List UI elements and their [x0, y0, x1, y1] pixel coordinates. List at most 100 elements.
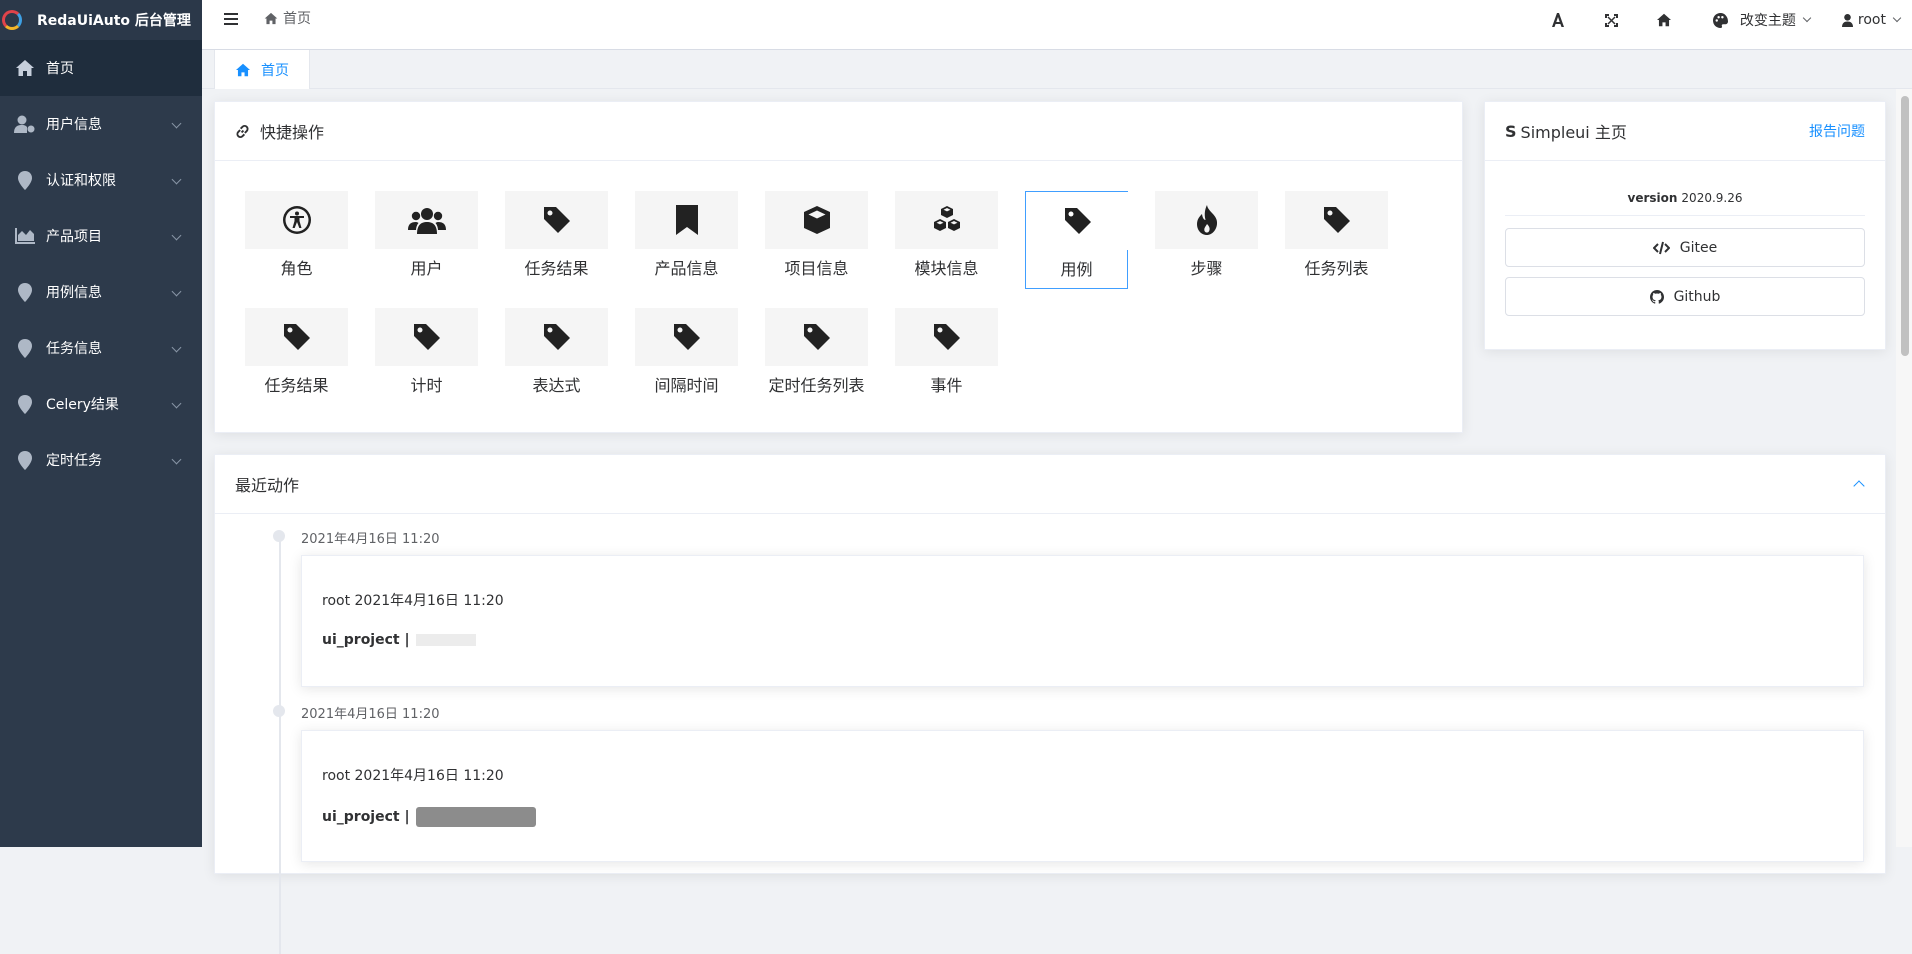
tab-home[interactable]: 首页 — [214, 50, 310, 89]
sidebar-item-celery[interactable]: Celery结果 — [0, 376, 202, 432]
sidebar-item-label: 首页 — [46, 61, 74, 77]
quick-actions-header: 快捷操作 — [215, 102, 1462, 161]
github-icon — [1649, 289, 1664, 304]
simpleui-title: Simpleui 主页 — [1520, 123, 1627, 142]
sidebar-item-periodic[interactable]: 定时任务 — [0, 432, 202, 488]
scrollbar-thumb[interactable] — [1901, 96, 1909, 356]
tag-icon — [933, 324, 960, 350]
timeline-item: 2021年4月16日 11:20 root 2021年4月16日 11:20 u… — [273, 703, 1885, 862]
version-value: 2020.9.26 — [1681, 191, 1743, 205]
quick-item-step[interactable]: 步骤 — [1155, 191, 1258, 289]
tag-icon — [543, 324, 570, 350]
change-theme-button[interactable]: 改变主题 — [1701, 10, 1822, 30]
sidebar-item-user-info[interactable]: 用户信息 — [0, 96, 202, 152]
chevron-down-icon — [1802, 13, 1812, 23]
report-issue-link[interactable]: 报告问题 — [1809, 121, 1865, 141]
logo-icon — [2, 10, 22, 30]
fire-icon — [1196, 205, 1217, 235]
sidebar-item-label: 用例信息 — [46, 285, 102, 301]
map-marker-icon — [14, 449, 36, 471]
quick-item-expression[interactable]: 表达式 — [505, 308, 608, 406]
timeline-line1: root 2021年4月16日 11:20 — [322, 768, 504, 784]
sidebar-item-cases[interactable]: 用例信息 — [0, 264, 202, 320]
palette-icon — [1712, 12, 1728, 28]
tag-icon — [803, 324, 830, 350]
quick-item-task-result[interactable]: 任务结果 — [505, 191, 608, 289]
sidebar-item-products[interactable]: 产品项目 — [0, 208, 202, 264]
link-icon — [236, 124, 249, 138]
chevron-down-icon — [171, 342, 182, 353]
bookmark-icon — [675, 205, 698, 235]
sidebar-item-label: Celery结果 — [46, 397, 119, 413]
timeline-time: 2021年4月16日 11:20 — [301, 707, 440, 722]
quick-actions-grid: 角色 用户 任务结果 产品信息 项目信息 模块信息 用例 步骤 任务列表 任务结… — [215, 161, 1464, 433]
quick-item-case[interactable]: 用例 — [1025, 191, 1129, 289]
quick-item-event[interactable]: 事件 — [895, 308, 998, 406]
quick-item-module[interactable]: 模块信息 — [895, 191, 998, 289]
github-button[interactable]: Github — [1505, 277, 1865, 316]
users-icon — [407, 208, 446, 234]
code-icon — [1652, 241, 1670, 254]
timeline-card: root 2021年4月16日 11:20 ui_project | — [301, 730, 1864, 862]
tag-icon — [1323, 207, 1350, 233]
sidebar: RedaUiAuto 后台管理 首页 用户信息 认证和权限 产品项目 用例信息 … — [0, 0, 202, 847]
quick-item-periodic-task-list[interactable]: 定时任务列表 — [765, 308, 868, 406]
quick-item-role[interactable]: 角色 — [245, 191, 348, 289]
user-cog-icon — [14, 113, 36, 135]
chevron-down-icon — [1892, 13, 1902, 23]
home-icon — [264, 12, 278, 24]
quick-item-interval[interactable]: 间隔时间 — [635, 308, 738, 406]
recent-actions-title: 最近动作 — [235, 476, 300, 495]
app-logo[interactable]: RedaUiAuto 后台管理 — [0, 0, 202, 40]
sidebar-item-tasks[interactable]: 任务信息 — [0, 320, 202, 376]
tab-bar: 首页 — [202, 50, 1912, 89]
tag-icon — [543, 207, 570, 233]
quick-item-timer[interactable]: 计时 — [375, 308, 478, 406]
tag-icon — [673, 324, 700, 350]
map-marker-icon — [14, 393, 36, 415]
version-info: version 2020.9.26 — [1505, 191, 1865, 216]
quick-actions-card: 快捷操作 角色 用户 任务结果 产品信息 项目信息 模块信息 用例 步骤 任务列… — [214, 101, 1463, 433]
collapse-icon[interactable] — [1853, 480, 1865, 492]
recent-actions-header: 最近动作 — [215, 455, 1885, 514]
fullscreen-icon[interactable] — [1585, 13, 1638, 27]
sidebar-item-label: 任务信息 — [46, 341, 102, 357]
scrollbar[interactable] — [1896, 89, 1912, 847]
breadcrumb: 首页 — [264, 8, 311, 28]
menu-toggle-icon[interactable] — [224, 13, 238, 25]
quick-item-project[interactable]: 项目信息 — [765, 191, 868, 289]
timeline: 2021年4月16日 11:20 root 2021年4月16日 11:20 u… — [215, 514, 1885, 954]
font-size-icon[interactable] — [1532, 13, 1585, 27]
breadcrumb-home[interactable]: 首页 — [283, 8, 311, 28]
quick-item-task-result-2[interactable]: 任务结果 — [245, 308, 348, 406]
sidebar-item-label: 认证和权限 — [46, 173, 116, 189]
sidebar-item-auth[interactable]: 认证和权限 — [0, 152, 202, 208]
quick-item-user[interactable]: 用户 — [375, 191, 478, 289]
home-icon — [236, 63, 250, 76]
chevron-down-icon — [171, 454, 182, 465]
timeline-line2[interactable]: ui_project | — [322, 807, 1843, 827]
sidebar-item-label: 产品项目 — [46, 229, 102, 245]
accessibility-icon — [282, 206, 311, 234]
tag-icon — [283, 324, 310, 350]
user-menu[interactable]: root — [1830, 12, 1912, 28]
home-icon[interactable] — [1638, 13, 1691, 27]
timeline-dot — [273, 705, 285, 717]
chevron-down-icon — [171, 398, 182, 409]
sidebar-item-label: 定时任务 — [46, 453, 102, 469]
timeline-line — [279, 534, 281, 954]
simpleui-header: S Simpleui 主页 报告问题 — [1485, 102, 1885, 161]
timeline-line1: root 2021年4月16日 11:20 — [322, 593, 504, 609]
app-title: RedaUiAuto 后台管理 — [37, 13, 191, 29]
chevron-down-icon — [171, 118, 182, 129]
chevron-down-icon — [171, 286, 182, 297]
chart-area-icon — [14, 225, 36, 247]
quick-item-task-list[interactable]: 任务列表 — [1285, 191, 1388, 289]
gitee-button[interactable]: Gitee — [1505, 228, 1865, 267]
quick-item-product[interactable]: 产品信息 — [635, 191, 738, 289]
timeline-line2[interactable]: ui_project | — [322, 632, 1843, 648]
user-icon — [1841, 13, 1853, 27]
map-marker-icon — [14, 169, 36, 191]
sidebar-item-home[interactable]: 首页 — [0, 40, 202, 96]
redacted-text — [415, 634, 476, 646]
